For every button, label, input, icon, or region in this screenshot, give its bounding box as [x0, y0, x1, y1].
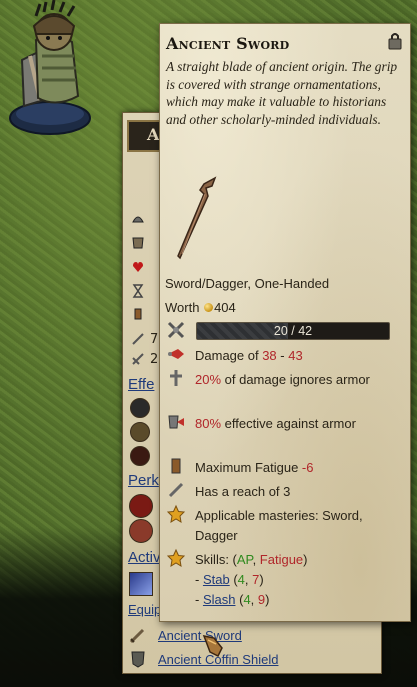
- damage-sep: -: [276, 348, 289, 363]
- skill-fatigue: 7: [252, 572, 260, 587]
- armor-effective-line: 80% effective against armor: [195, 414, 405, 434]
- skill-ap: 4: [243, 592, 251, 607]
- crown-coin-icon: [204, 303, 214, 312]
- fatigue-label: Maximum Fatigue: [195, 460, 302, 475]
- masteries-line: Applicable masteries: Sword, Dagger: [195, 508, 363, 543]
- skill-link-stab[interactable]: Stab: [203, 572, 230, 587]
- effect-icon-1[interactable]: [130, 398, 150, 418]
- effect-icon-3[interactable]: [130, 446, 150, 466]
- effects-section-label[interactable]: Effe: [128, 376, 154, 393]
- skills-header: Skills: (AP, Fatigue): [195, 550, 405, 570]
- fatigue-icon: [134, 308, 142, 320]
- worth-value: 404: [214, 300, 236, 315]
- fatigue-line: Maximum Fatigue -6: [195, 458, 405, 478]
- heart-icon: [133, 262, 143, 272]
- durability-text: 20 / 42: [273, 324, 313, 338]
- reach-line: Has a reach of 3: [195, 484, 291, 499]
- skill-fatigue: 9: [257, 592, 266, 607]
- perk-icon-2[interactable]: [129, 519, 153, 543]
- skills-ap-label: AP: [236, 552, 253, 567]
- skill-row-stab: - Stab (4, 7): [195, 572, 264, 587]
- mastery-star-icon: [166, 504, 186, 523]
- stat-value-1: 7: [150, 332, 159, 347]
- skill-link-slash[interactable]: Slash: [203, 592, 236, 607]
- fatigue-value: -6: [301, 460, 314, 475]
- damage-label: Damage of: [195, 348, 263, 363]
- durability-bar: 20 / 42: [196, 322, 390, 340]
- item-description: A straight blade of ancient origin. The …: [166, 59, 398, 127]
- item-type: Sword/Dagger, One-Handed: [165, 276, 330, 291]
- skills-star-icon: [166, 548, 186, 567]
- damage-min: 38: [262, 348, 277, 363]
- helmet-icon: [132, 216, 144, 223]
- active-skills-section-label[interactable]: Activ: [128, 549, 161, 566]
- perk-icon-1[interactable]: [129, 494, 153, 518]
- stat-value-2: 2: [150, 352, 159, 367]
- character-token[interactable]: [0, 0, 100, 140]
- ignore-armor-text: of damage ignores armor: [221, 372, 370, 387]
- armor-pierce-icon: [170, 370, 182, 386]
- item-title: Ancient Sword: [166, 34, 290, 53]
- ancient-sword-image: [177, 176, 217, 260]
- effect-icon-2[interactable]: [130, 422, 150, 442]
- fatigue-icon: [171, 458, 181, 474]
- body-armor-icon: [132, 237, 144, 249]
- ignore-armor-line: 20% of damage ignores armor: [195, 370, 405, 390]
- item-tooltip: Ancient Sword A straight blade of ancien…: [159, 23, 411, 622]
- sword-icon: [129, 628, 145, 644]
- defense-skill-icon: [132, 353, 144, 365]
- damage-max: 43: [288, 348, 303, 363]
- skill-row-slash: - Slash (4, 9): [195, 592, 270, 607]
- item-worth: Worth 404: [165, 298, 375, 318]
- durability-icon: [167, 321, 185, 339]
- armor-effective-text: effective against armor: [221, 416, 356, 431]
- lock-icon[interactable]: [388, 32, 402, 50]
- hourglass-icon: [132, 284, 144, 298]
- gauntlet-cursor-icon: [202, 634, 223, 658]
- worth-label: Worth: [165, 300, 200, 315]
- ignore-armor-value: 20%: [195, 372, 222, 387]
- damage-icon: [168, 349, 184, 359]
- armor-effective-value: 80%: [195, 416, 222, 431]
- skills-close: ): [303, 552, 308, 567]
- perks-section-label[interactable]: Perk: [128, 472, 159, 489]
- reach-icon: [168, 482, 184, 498]
- armor-damage-icon: [168, 415, 184, 429]
- melee-skill-icon: [132, 333, 144, 345]
- tab-letter: A: [147, 125, 160, 144]
- shield-icon: [131, 651, 145, 668]
- active-skill-icon[interactable]: [129, 572, 153, 596]
- damage-line: Damage of 38 - 43: [195, 346, 405, 366]
- skill-ap: 4: [237, 572, 245, 587]
- skills-label: Skills: (: [195, 552, 237, 567]
- skills-comma: ,: [252, 552, 260, 567]
- skills-fatigue-label: Fatigue: [259, 552, 304, 567]
